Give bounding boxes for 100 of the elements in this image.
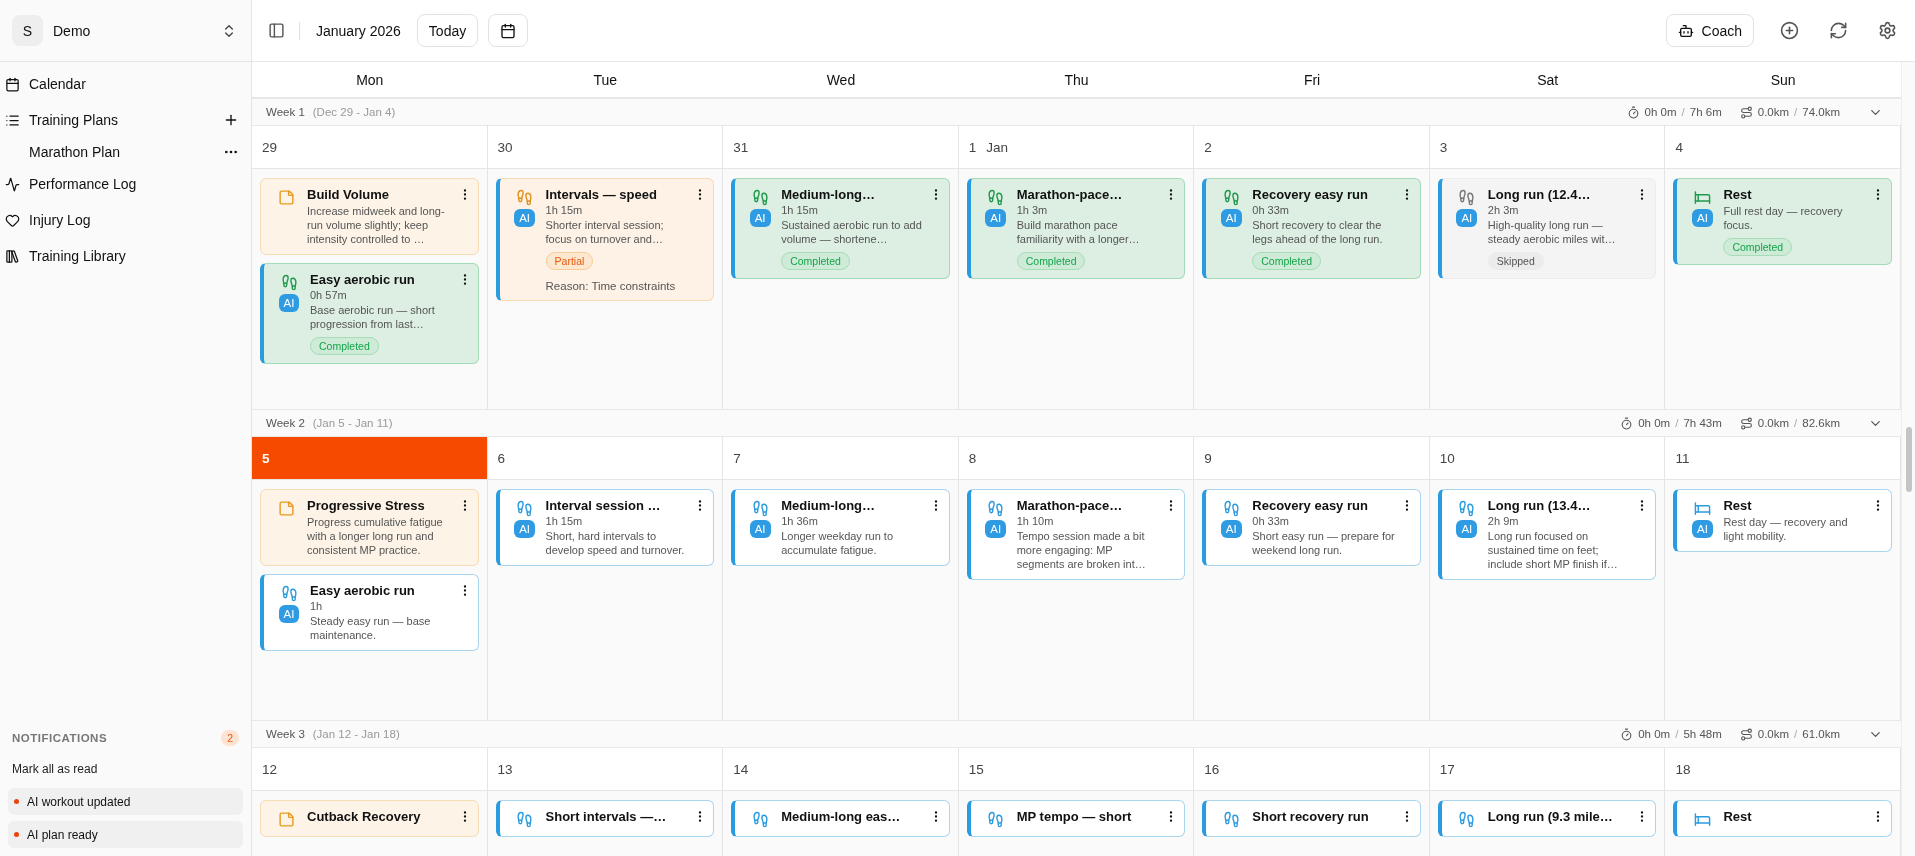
workout-card[interactable]: AI Medium-long… 1h 36m Longer weekday run to accumulate fatigue. [731,489,950,566]
workout-title: Short intervals —… [545,809,668,824]
workout-card[interactable]: AI Easy aerobic run 1h Steady easy run — base maintenance. [260,574,479,651]
workout-card[interactable]: Long run (9.3 mile… [1437,800,1657,837]
notifications-heading: NOTIFICATIONS [12,732,108,744]
workout-card[interactable]: AI Interval session … 1h 15m Short, hard intervals to develop speed and turnover. [495,489,715,566]
week-label: Week 3 [266,728,305,740]
workout-card[interactable]: Short intervals —… [495,800,715,837]
footprints-icon [1458,189,1476,206]
notification-item[interactable]: AI plan ready [8,821,243,848]
workout-title: Recovery easy run [1252,498,1369,513]
coach-button[interactable]: Coach [1665,14,1754,47]
workout-title: Cutback Recovery [307,809,422,824]
week-range: (Jan 12 - Jan 18) [312,728,400,740]
sidebar-item[interactable]: Calendar [0,66,251,102]
notification-count: 2 [221,730,239,746]
workout-title: Easy aerobic run [310,272,416,287]
week-label: Week 1 [266,106,305,118]
workout-card[interactable]: Medium-long eas… [731,800,950,837]
time-planned: 7h 6m [1689,106,1722,118]
footprints-icon [1222,500,1240,517]
date-number: 5 [262,450,270,466]
month-label: Jan [986,139,1008,155]
workout-card[interactable]: AI Rest Rest day — recovery and light mobility. [1673,489,1892,552]
date-number: 2 [1204,139,1212,155]
workout-card[interactable]: AI Intervals — speed 1h 15m Shorter interval session; focus on turnover and… Partial Reason: Time constraints [495,178,715,301]
ai-badge: AI [1692,209,1713,227]
separator: / [1794,417,1798,429]
time-done: 0h 0m [1638,417,1671,429]
footprints-icon [280,585,298,602]
date-number: 8 [968,450,977,466]
workout-card[interactable]: AI Medium-long… 1h 15m Sustained aerobic run to add volume — shortene… Completed [731,178,950,279]
week-range: (Jan 5 - Jan 11) [312,417,393,429]
workout-card[interactable]: AI Recovery easy run 0h 33m Short recovery to clear the legs ahead of the long run. Completed [1202,178,1421,279]
ai-badge: AI [1692,520,1713,538]
ai-badge: AI [1220,520,1242,538]
sidebar-item[interactable]: Performance Log [0,166,251,202]
workout-card[interactable]: AI Recovery easy run 0h 33m Short easy run — prepare for weekend long run. [1202,489,1421,566]
ai-badge: AI [1220,209,1242,227]
workout-description: Long run focused on sustained time on feet; include short MP finish if… [1487,529,1619,571]
add-icon[interactable] [223,112,239,128]
date-number: 12 [262,761,278,777]
scrollbar[interactable] [1901,62,1915,856]
sidebar-subitem[interactable]: Marathon Plan [0,138,251,166]
workout-title: Marathon-pace… [1016,187,1124,202]
plan-note-card[interactable]: Progressive Stress Progress cumulative fatigue with a longer long run and consistent MP practice. [260,489,479,566]
ai-badge: AI [1456,209,1478,227]
sidebar-toggle-icon[interactable] [268,22,285,39]
workout-duration: 0h 57m [310,289,348,301]
workout-card[interactable]: MP tempo — short [966,800,1186,837]
workspace-name[interactable]: Demo [53,22,211,39]
workout-card[interactable]: AI Long run (13.4… 2h 9m Long run focused on sustained time on feet; include short MP finish if… [1437,489,1657,580]
sidebar-item[interactable]: Training Library [0,238,251,274]
date-number: 13 [497,761,513,777]
ai-badge: AI [985,520,1007,538]
workout-card[interactable]: Rest [1673,800,1892,837]
week-label: Week 2 [266,417,305,429]
distance-planned: 74.0km [1802,106,1840,118]
date-picker-button[interactable] [488,14,529,47]
workout-card[interactable]: AI Marathon-pace… 1h 3m Build marathon pace familiarity with a longer… Completed [966,178,1186,279]
plan-note-card[interactable]: Build Volume Increase midweek and long-run volume slightly; keep intensity controlled to … [260,178,479,255]
workout-card[interactable]: AI Rest Full rest day — recovery focus. Completed [1673,178,1892,265]
time-done: 0h 0m [1644,106,1677,118]
workout-description: Short, hard intervals to develop speed and turnover. [545,529,686,557]
workout-duration: 1h 3m [1016,204,1049,216]
ai-badge: AI [514,520,535,538]
timer-icon [1620,727,1634,741]
workout-description: High-quality long run — steady aerobic miles wit… [1487,218,1617,246]
date-number: 29 [262,139,278,155]
workout-title: Recovery easy run [1252,187,1369,202]
workout-title: Interval session … [545,498,662,513]
route-icon [1739,105,1753,119]
workout-title: Intervals — speed [545,187,658,202]
date-number: 17 [1439,761,1455,777]
workout-card[interactable]: AI Long run (12.4… 2h 3m High-quality long run — steady aerobic miles wit… Skipped [1437,178,1657,279]
workout-duration: 1h 10m [1016,515,1055,527]
date-number: 30 [497,139,513,155]
workout-title: Rest [1723,187,1753,202]
workout-card[interactable]: AI Marathon-pace… 1h 10m Tempo session made a bit more engaging: MP segments are broken int… [966,489,1186,580]
distance-done: 0.0km [1757,106,1790,118]
ai-badge: AI [1456,520,1478,538]
note-icon [277,500,295,517]
mark-all-read-button[interactable]: Mark all as read [8,756,243,782]
reason-text: Reason: Time constraints [545,280,677,292]
sidebar-item[interactable]: Training Plans [0,102,251,138]
distance-done: 0.0km [1757,728,1790,740]
workout-duration: 1h 15m [545,515,584,527]
date-number: 9 [1204,450,1212,466]
notification-item[interactable]: AI workout updated [8,788,243,815]
sidebar-item[interactable]: Injury Log [0,202,251,238]
workout-card[interactable]: Short recovery run [1202,800,1421,837]
date-number: 16 [1204,761,1220,777]
plan-note-card[interactable]: Cutback Recovery [260,800,479,837]
status-badge: Completed [781,252,850,270]
time-done: 0h 0m [1638,728,1671,740]
today-button[interactable]: Today [416,14,479,47]
footprints-icon [1458,811,1476,828]
workout-card[interactable]: AI Easy aerobic run 0h 57m Base aerobic run — short progression from last… Completed [260,263,479,364]
note-icon [277,189,295,206]
status-badge: Completed [1723,238,1793,256]
